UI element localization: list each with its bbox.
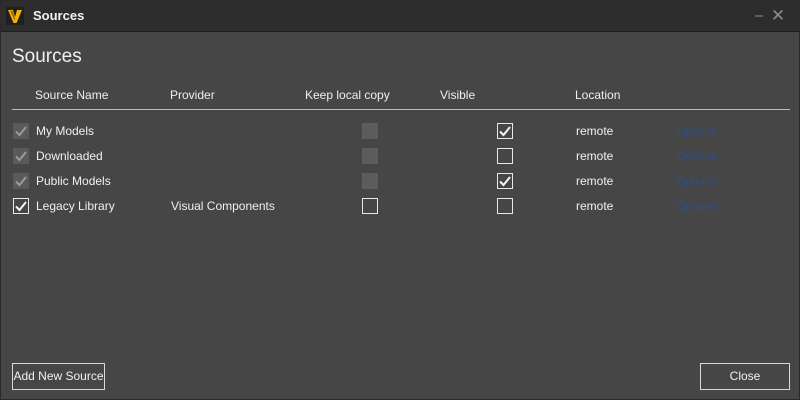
column-header-source-name: Source Name <box>35 88 109 102</box>
enabled-checkbox <box>13 148 29 164</box>
keep-local-copy-checkbox <box>362 123 378 139</box>
options-link[interactable]: Options <box>676 199 717 213</box>
source-name: Public Models <box>36 174 111 188</box>
location: remote <box>576 199 614 213</box>
title-bar: Sources – ✕ <box>1 1 800 32</box>
keep-local-copy-checkbox <box>362 148 378 164</box>
visible-checkbox[interactable] <box>497 198 513 214</box>
keep-local-copy-checkbox[interactable] <box>362 198 378 214</box>
add-new-source-button[interactable]: Add New Source <box>12 363 105 390</box>
table-row: Legacy Library Visual Components remote Opt… <box>1 195 800 217</box>
dialog-heading: Sources <box>12 46 82 67</box>
sources-window: Sources – ✕ Sources Source Name Provider… <box>0 0 800 400</box>
table-row: My Models remote Options <box>1 120 800 142</box>
options-link[interactable]: Options <box>676 149 717 163</box>
location: remote <box>576 124 614 138</box>
location: remote <box>576 174 614 188</box>
close-button[interactable]: Close <box>700 363 790 390</box>
options-link[interactable]: Options <box>676 174 717 188</box>
minimize-button[interactable]: – <box>751 7 767 25</box>
column-header-provider: Provider <box>170 88 215 102</box>
column-header-visible: Visible <box>440 88 476 102</box>
source-name: Legacy Library <box>36 199 115 213</box>
column-header-keep-local-copy: Keep local copy <box>305 88 390 102</box>
table-row: Public Models remote Options <box>1 170 800 192</box>
options-link[interactable]: Options <box>676 124 717 138</box>
close-window-button[interactable]: ✕ <box>770 7 786 25</box>
provider: Visual Components <box>171 199 275 213</box>
visible-checkbox[interactable] <box>497 173 513 189</box>
app-logo-icon <box>6 7 24 25</box>
location: remote <box>576 149 614 163</box>
enabled-checkbox[interactable] <box>13 198 29 214</box>
source-name: My Models <box>36 124 95 138</box>
table-row: Downloaded remote Options <box>1 145 800 167</box>
header-divider <box>12 109 790 110</box>
column-header-location: Location <box>575 88 621 102</box>
visible-checkbox[interactable] <box>497 123 513 139</box>
source-name: Downloaded <box>36 149 103 163</box>
visible-checkbox[interactable] <box>497 148 513 164</box>
enabled-checkbox <box>13 123 29 139</box>
enabled-checkbox <box>13 173 29 189</box>
keep-local-copy-checkbox <box>362 173 378 189</box>
window-title: Sources <box>33 8 85 23</box>
